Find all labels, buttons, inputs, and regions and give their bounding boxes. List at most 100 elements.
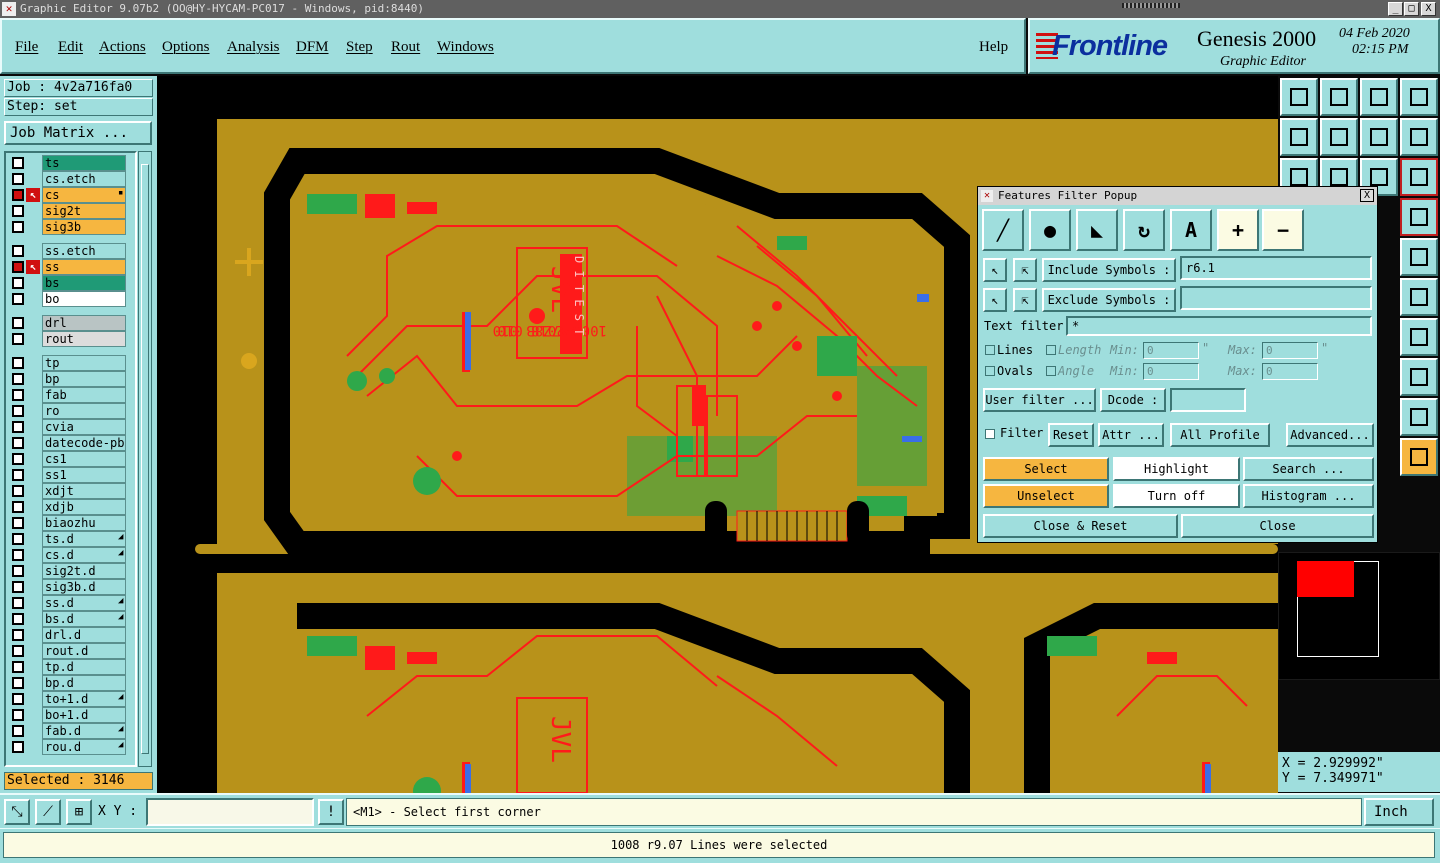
layer-row-biaozhu[interactable]: biaozhu — [8, 515, 134, 531]
histogram-button[interactable]: Histogram ... — [1243, 484, 1374, 508]
unit-dropdown[interactable]: Inch — [1364, 798, 1434, 826]
angle-min-input[interactable]: 0 — [1143, 363, 1199, 380]
layer-name[interactable]: sig3b — [42, 219, 126, 235]
layer-row-bp-d[interactable]: bp.d — [8, 675, 134, 691]
layer-name[interactable]: tp — [42, 355, 126, 371]
layer-affected-toggle[interactable] — [26, 156, 40, 170]
popup-close-button[interactable]: X — [1360, 189, 1374, 202]
layer-visibility-checkbox[interactable] — [12, 677, 24, 689]
layer-affected-toggle[interactable] — [26, 420, 40, 434]
layer-row-rou-d[interactable]: rou.d ◢ — [8, 739, 134, 755]
exclude-symbols-input[interactable] — [1180, 286, 1372, 310]
layer-scrollbar[interactable] — [138, 151, 152, 767]
route-icon[interactable] — [1400, 438, 1438, 476]
layer-name[interactable]: ss.d — [42, 595, 126, 611]
layer-name[interactable]: bo+1.d — [42, 707, 126, 723]
layer-affected-toggle[interactable] — [26, 244, 40, 258]
window-titlebar[interactable]: ✕ Graphic Editor 9.07b2 (OO@HY-HYCAM-PC0… — [0, 0, 1440, 18]
probe-icon[interactable] — [1400, 198, 1438, 236]
layer-visibility-checkbox[interactable] — [12, 357, 24, 369]
pad-icon[interactable] — [1400, 238, 1438, 276]
layer-row-bs-d[interactable]: bs.d ◢ — [8, 611, 134, 627]
layer-name[interactable]: rout.d — [42, 643, 126, 659]
overview-viewport[interactable] — [1297, 561, 1354, 597]
layer-visibility-checkbox[interactable] — [12, 517, 24, 529]
layer-affected-toggle[interactable] — [26, 292, 40, 306]
layer-name[interactable]: ss.etch — [42, 243, 126, 259]
layer-name[interactable]: xdjt — [42, 483, 126, 499]
layer-row-sig2t[interactable]: sig2t — [8, 203, 134, 219]
surface-tool-icon[interactable]: ◣ — [1076, 209, 1118, 251]
measure-icon[interactable]: ⟋ — [35, 799, 61, 825]
window-icon[interactable] — [1400, 78, 1438, 116]
menu-dfm[interactable]: DFM — [296, 39, 329, 56]
minimize-button[interactable]: _ — [1388, 2, 1403, 16]
layer-affected-toggle[interactable] — [26, 172, 40, 186]
layer-affected-toggle[interactable] — [26, 692, 40, 706]
layer-up-icon[interactable] — [1280, 78, 1318, 116]
menu-windows[interactable]: Windows — [437, 39, 494, 56]
layer-visibility-checkbox[interactable] — [12, 693, 24, 705]
lines-checkbox[interactable] — [985, 345, 995, 355]
warning-icon[interactable]: ! — [318, 799, 344, 825]
layer-affected-toggle[interactable] — [26, 740, 40, 754]
layer-visibility-checkbox[interactable] — [12, 741, 24, 753]
layer-row-ss1[interactable]: ss1 — [8, 467, 134, 483]
menu-file[interactable]: File — [15, 39, 38, 56]
select-button[interactable]: Select — [983, 457, 1109, 481]
positive-polarity-icon[interactable]: + — [1217, 209, 1259, 251]
layer-affected-toggle[interactable] — [26, 276, 40, 290]
layer-affected-toggle[interactable] — [26, 724, 40, 738]
menu-help[interactable]: Help — [979, 39, 1008, 56]
exclude-pick-all-icon[interactable]: ⇱ — [1013, 288, 1037, 312]
layer-name[interactable]: tp.d — [42, 659, 126, 675]
layer-name[interactable]: to+1.d — [42, 691, 126, 707]
menu-rout[interactable]: Rout — [391, 39, 420, 56]
layer-row-rout-d[interactable]: rout.d — [8, 643, 134, 659]
layer-row-sig3b[interactable]: sig3b — [8, 219, 134, 235]
layer-name[interactable]: ss1 — [42, 467, 126, 483]
layer-visibility-checkbox[interactable] — [12, 581, 24, 593]
layer-affected-toggle[interactable] — [26, 564, 40, 578]
all-profile-dropdown[interactable]: All Profile — [1170, 423, 1270, 447]
snap-icon[interactable] — [1400, 278, 1438, 316]
layer-affected-toggle[interactable] — [26, 676, 40, 690]
angle-checkbox[interactable] — [1046, 366, 1056, 376]
layer-visibility-checkbox[interactable] — [12, 629, 24, 641]
layer-row-tp[interactable]: tp — [8, 355, 134, 371]
layer-name[interactable]: bs.d — [42, 611, 126, 627]
layer-affected-toggle[interactable] — [26, 580, 40, 594]
layer-row-ts[interactable]: ts — [8, 155, 134, 171]
layer-affected-toggle[interactable] — [26, 220, 40, 234]
layer-visibility-checkbox[interactable] — [12, 373, 24, 385]
layer-name[interactable]: rou.d — [42, 739, 126, 755]
layer-visibility-checkbox[interactable] — [12, 469, 24, 481]
layer-visibility-checkbox[interactable] — [12, 453, 24, 465]
layer-name[interactable]: bs — [42, 275, 126, 291]
layer-visibility-checkbox[interactable] — [12, 597, 24, 609]
layer-name[interactable]: datecode-pbc — [42, 435, 126, 451]
layer-name[interactable]: ts.d — [42, 531, 126, 547]
layer-visibility-checkbox[interactable] — [12, 725, 24, 737]
shapes-icon[interactable] — [1400, 358, 1438, 396]
layer-name[interactable]: ro — [42, 403, 126, 419]
layer-visibility-checkbox[interactable] — [12, 277, 24, 289]
redo-icon[interactable] — [1400, 118, 1438, 156]
layer-row-xdjt[interactable]: xdjt — [8, 483, 134, 499]
layer-visibility-checkbox[interactable] — [12, 245, 24, 257]
layer-row-cs[interactable]: ↖ cs ▪ — [8, 187, 134, 203]
layer-visibility-checkbox[interactable] — [12, 261, 24, 273]
layer-visibility-checkbox[interactable] — [12, 205, 24, 217]
arc-icon[interactable] — [1400, 398, 1438, 436]
layer-row-to-1-d[interactable]: to+1.d ◢ — [8, 691, 134, 707]
help-icon[interactable] — [1400, 158, 1438, 196]
layer-name[interactable]: fab.d — [42, 723, 126, 739]
layer-down-icon[interactable] — [1320, 78, 1358, 116]
layer-affected-toggle[interactable] — [26, 516, 40, 530]
layer-row-cs-d[interactable]: cs.d ◢ — [8, 547, 134, 563]
layer-visibility-checkbox[interactable] — [12, 333, 24, 345]
layer-affected-toggle[interactable] — [26, 500, 40, 514]
menu-analysis[interactable]: Analysis — [227, 39, 280, 56]
layer-affected-toggle[interactable] — [26, 628, 40, 642]
layer-visibility-checkbox[interactable] — [12, 189, 24, 201]
